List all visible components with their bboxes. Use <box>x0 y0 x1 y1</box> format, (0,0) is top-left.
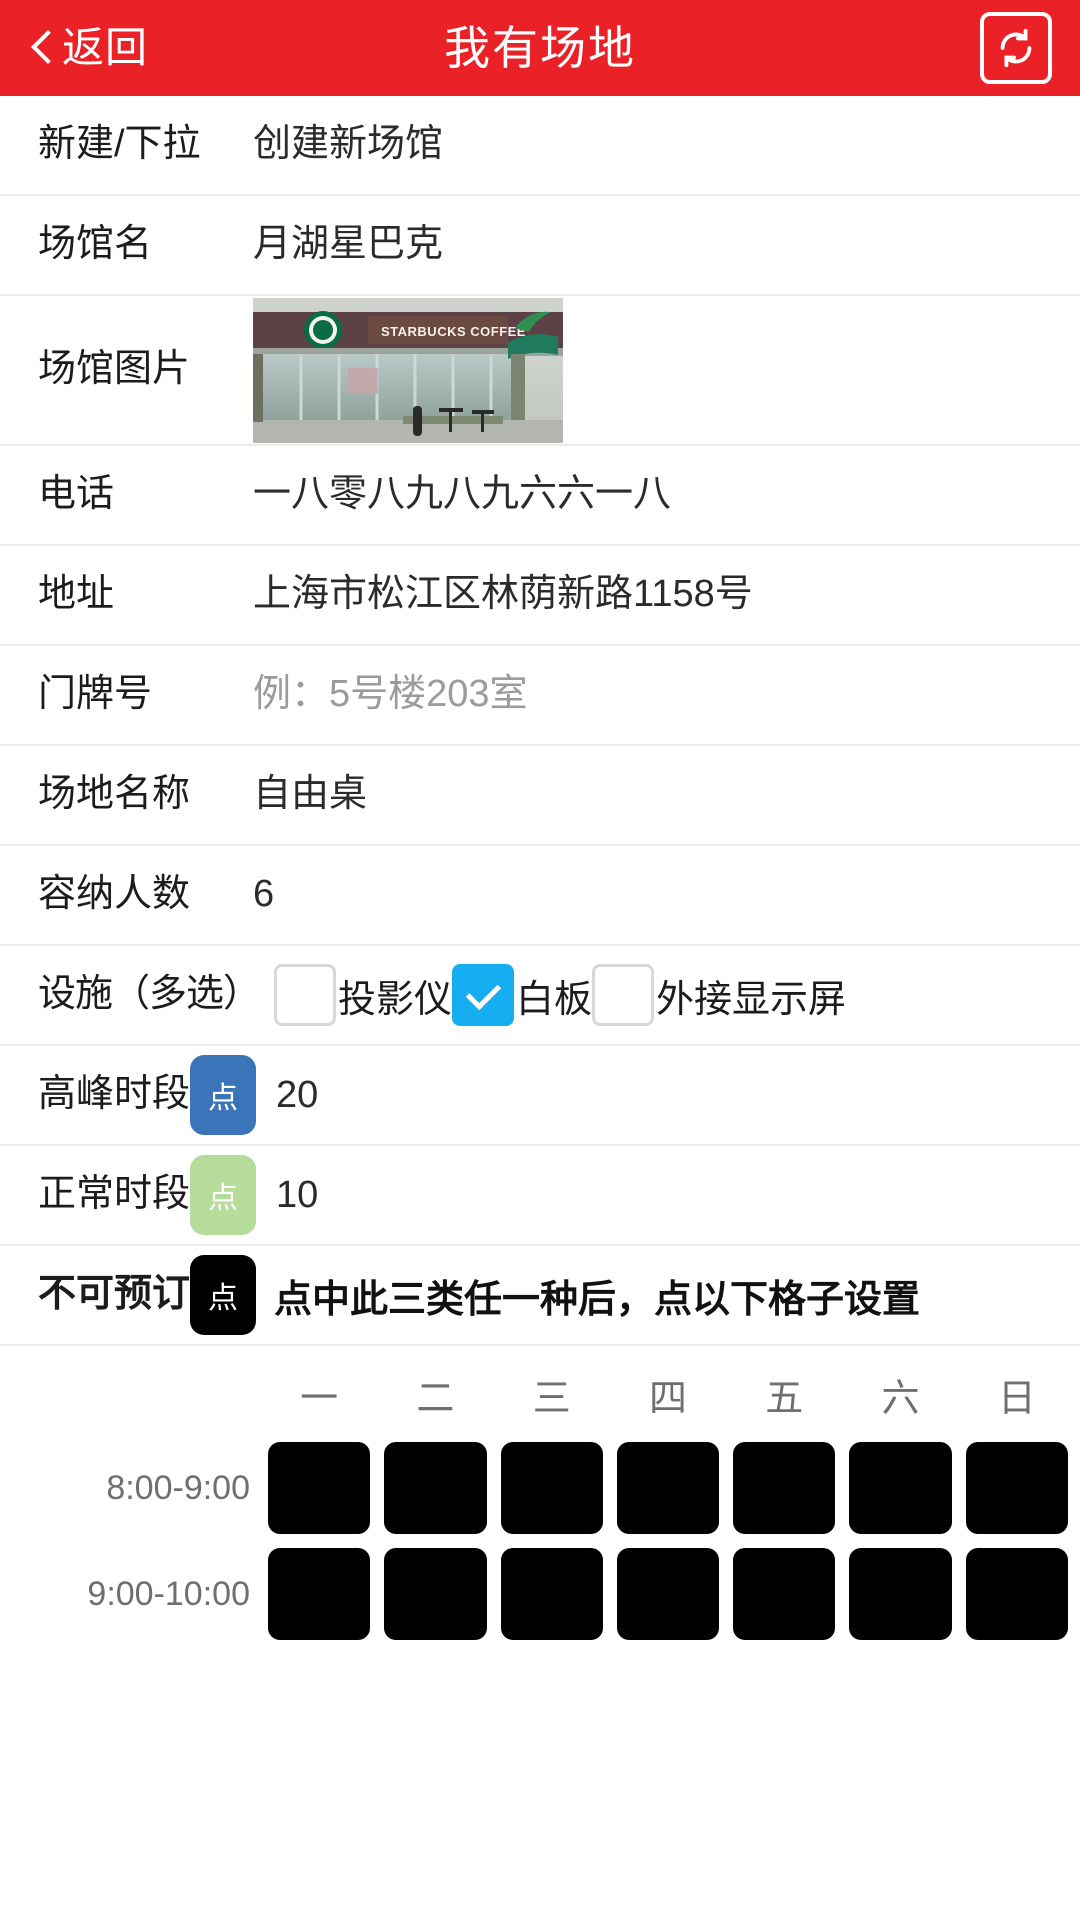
schedule-cell[interactable] <box>849 1548 952 1640</box>
facility-label: 外接显示屏 <box>656 978 847 1021</box>
back-button-label: 返回 <box>62 24 149 71</box>
blocked-label: 不可预订 <box>38 1273 191 1316</box>
venue-photo[interactable]: STARBUCKS COFFEE <box>253 297 563 443</box>
facilities-label: 设施（多选） <box>38 973 261 1016</box>
form-row-capacity[interactable]: 容纳人数 6 <box>0 846 1080 946</box>
normal-price-input[interactable]: 10 <box>276 1174 318 1217</box>
peak-badge[interactable]: 点 <box>190 1055 257 1135</box>
schedule-cell[interactable] <box>616 1442 720 1534</box>
schedule-cell[interactable] <box>500 1442 603 1534</box>
form-row-phone[interactable]: 电话 一八零八九八九六六一八 <box>0 446 1080 546</box>
normal-label: 正常时段 <box>38 1173 191 1216</box>
normal-badge[interactable]: 点 <box>190 1155 257 1235</box>
form-row-venue-photo[interactable]: 场馆图片 STARBUCKS COFFEE <box>0 296 1080 446</box>
schedule-header: 一 二 三 四 五 六 日 <box>0 1346 1080 1442</box>
slot-time-label: 8:00-9:00 <box>106 1468 250 1507</box>
form-label: 门牌号 <box>38 673 153 716</box>
schedule-cell[interactable] <box>500 1548 603 1640</box>
form-row-venue-name[interactable]: 场馆名 月湖星巴克 <box>0 196 1080 296</box>
form-label: 电话 <box>38 473 115 516</box>
refresh-icon <box>993 25 1039 71</box>
slot-time-label: 9:00-10:00 <box>87 1574 250 1613</box>
form-row-new-dropdown[interactable]: 新建/下拉 创建新场馆 <box>0 96 1080 196</box>
form-label: 场馆名 <box>38 223 153 266</box>
app-screen: 返回 我有场地 新建/下拉 创建新场馆 场馆名 月湖星巴克 场馆图片 STARB… <box>0 0 1080 1920</box>
space-name-input[interactable]: 自由桌 <box>253 773 367 815</box>
schedule-row: 8:00-9:00 <box>0 1442 1080 1534</box>
schedule-cell[interactable] <box>733 1442 836 1534</box>
schedule-cell[interactable] <box>965 1548 1068 1640</box>
schedule-row: 9:00-10:00 <box>0 1548 1080 1640</box>
form-row-normal-price: 正常时段 点 10 <box>0 1146 1080 1246</box>
day-header-sat: 六 <box>881 1377 920 1420</box>
facility-option-projector[interactable]: 投影仪 <box>274 964 452 1026</box>
form-row-space-name[interactable]: 场地名称 自由桌 <box>0 746 1080 846</box>
form-label: 场地名称 <box>38 773 191 816</box>
checkbox-checked-icon[interactable] <box>452 964 515 1026</box>
day-header-thu: 四 <box>648 1377 687 1420</box>
back-button[interactable]: 返回 <box>30 0 148 96</box>
form-label: 场馆图片 <box>38 348 191 391</box>
chevron-left-icon <box>30 29 52 67</box>
svg-text:STARBUCKS COFFEE: STARBUCKS COFFEE <box>381 324 526 339</box>
page-title: 我有场地 <box>444 22 636 74</box>
schedule-cell[interactable] <box>849 1442 952 1534</box>
schedule-cell[interactable] <box>733 1548 836 1640</box>
form-value: 创建新场馆 <box>253 123 444 166</box>
schedule-grid: 一 二 三 四 五 六 日 8:00-9:00 9:00-10:00 <box>0 1346 1080 1640</box>
day-header-sun: 日 <box>997 1377 1036 1420</box>
peak-price-input[interactable]: 20 <box>276 1074 318 1117</box>
day-header-tue: 二 <box>416 1377 455 1420</box>
app-header: 返回 我有场地 <box>0 0 1080 96</box>
facility-option-whiteboard[interactable]: 白板 <box>452 964 592 1026</box>
facility-label: 白板 <box>516 978 593 1021</box>
door-number-input[interactable]: 例：5号楼203室 <box>253 673 528 715</box>
day-header-fri: 五 <box>765 1377 804 1420</box>
venue-name-input[interactable]: 月湖星巴克 <box>253 223 443 265</box>
form-row-peak-price: 高峰时段 点 20 <box>0 1046 1080 1146</box>
facility-option-external-display[interactable]: 外接显示屏 <box>592 964 846 1026</box>
checkbox-icon[interactable] <box>274 964 336 1026</box>
blocked-badge[interactable]: 点 <box>190 1255 257 1335</box>
refresh-button[interactable] <box>980 12 1052 84</box>
capacity-input[interactable]: 6 <box>253 873 274 915</box>
day-header-wed: 三 <box>532 1377 571 1420</box>
form-row-address[interactable]: 地址 上海市松江区林荫新路1158号 <box>0 546 1080 646</box>
form-label: 容纳人数 <box>38 873 191 916</box>
address-input[interactable]: 上海市松江区林荫新路1158号 <box>253 573 753 615</box>
blocked-note: 点中此三类任一种后，点以下格子设置 <box>274 1278 921 1321</box>
schedule-cell[interactable] <box>965 1442 1068 1534</box>
form-row-blocked: 不可预订 点 点中此三类任一种后，点以下格子设置 <box>0 1246 1080 1346</box>
venue-form: 新建/下拉 创建新场馆 场馆名 月湖星巴克 场馆图片 STARBUCKS COF… <box>0 96 1080 1346</box>
schedule-cell[interactable] <box>268 1548 371 1640</box>
schedule-cell[interactable] <box>268 1442 371 1534</box>
facility-label: 投影仪 <box>338 978 453 1021</box>
checkbox-icon[interactable] <box>592 964 655 1026</box>
form-label: 新建/下拉 <box>38 123 201 166</box>
form-row-door-number[interactable]: 门牌号 例：5号楼203室 <box>0 646 1080 746</box>
day-header-mon: 一 <box>300 1377 339 1420</box>
schedule-cell[interactable] <box>384 1548 487 1640</box>
form-row-facilities: 设施（多选） 投影仪 白板 外接显示屏 <box>0 946 1080 1046</box>
schedule-cell[interactable] <box>384 1442 487 1534</box>
phone-input[interactable]: 一八零八九八九六六一八 <box>253 473 671 515</box>
schedule-cell[interactable] <box>616 1548 720 1640</box>
peak-label: 高峰时段 <box>38 1073 191 1116</box>
form-label: 地址 <box>38 573 115 616</box>
